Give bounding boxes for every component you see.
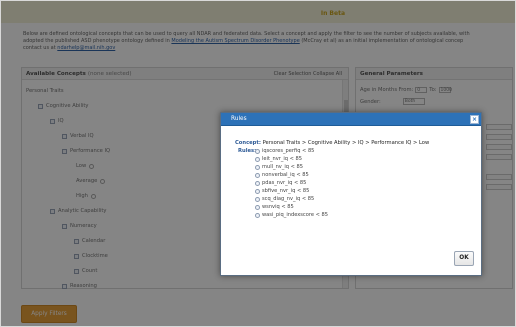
rule-item: scq_diag_nv_iq < 85 (255, 196, 314, 202)
dialog-titlebar[interactable]: Rules × (221, 113, 481, 126)
rule-icon (255, 188, 260, 194)
rule-item: sbfive_nvr_iq < 85 (255, 188, 309, 194)
ok-button[interactable]: OK (454, 251, 474, 266)
rule-item: leit_nvr_iq < 85 (255, 156, 302, 162)
rule-icon (255, 156, 260, 162)
rule-icon (255, 204, 260, 210)
concept-label: Concept: (235, 140, 261, 146)
concept-path: Personal Traits > Cognitive Ability > IQ… (262, 140, 430, 146)
rule-icon (255, 180, 260, 186)
rule-icon (255, 196, 260, 202)
rule-item: nonverbal_iq < 85 (255, 172, 309, 178)
rule-item: wsnviq < 85 (255, 204, 294, 210)
rule-item: wasi_piq_indexscore < 85 (255, 212, 328, 218)
rules-dialog: Rules × Concept: Personal Traits > Cogni… (220, 112, 482, 276)
rules-label: Rules: (238, 148, 257, 154)
rule-item: pdas_nvr_iq < 85 (255, 180, 306, 186)
concept-line: Concept: Personal Traits > Cognitive Abi… (235, 140, 429, 146)
application-frame: In Beta Below are defined ontological co… (0, 0, 516, 327)
close-icon[interactable]: × (470, 115, 479, 124)
dialog-title: Rules (231, 116, 247, 122)
rule-item: mull_nv_iq < 85 (255, 164, 303, 170)
rule-item: iqscores_perfiq < 85 (255, 148, 314, 154)
rule-icon (255, 164, 260, 170)
rule-icon (255, 148, 260, 154)
rule-icon (255, 212, 260, 218)
rule-icon (255, 172, 260, 178)
